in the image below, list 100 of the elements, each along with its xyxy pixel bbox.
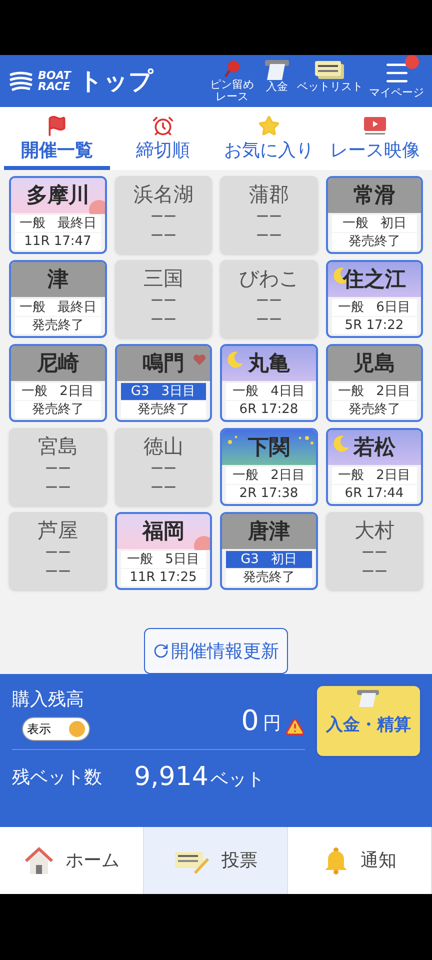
venue-name: 若松 — [353, 434, 396, 461]
venue-name: 浜名湖 — [133, 181, 194, 208]
venue-placeholder: ーー — [44, 480, 71, 498]
venue-name: 尼崎 — [36, 350, 79, 377]
grade-row: 一般 2日目 — [226, 467, 312, 484]
venue-card[interactable]: 児島 一般 2日目 発売終了 — [326, 344, 423, 422]
venue-card[interactable]: 浜名湖 ーー ーー — [114, 176, 212, 254]
page-title: トップ — [78, 66, 154, 97]
venue-placeholder: ーー — [361, 545, 388, 563]
venue-name: 丸亀 — [248, 350, 290, 377]
refresh-icon — [153, 643, 169, 659]
toggle-knob — [69, 721, 85, 737]
grade-row: 一般 6日目 — [332, 299, 417, 316]
atm-icon — [355, 690, 381, 708]
tickets-icon — [314, 59, 346, 81]
venue-placeholder: ーー — [150, 228, 176, 246]
header-action[interactable]: 入金 — [263, 59, 291, 93]
grade-row: 一般 5日目 — [120, 551, 206, 568]
venue-name: 大村 — [354, 517, 394, 544]
venue-card[interactable]: 三国 ーー ーー — [114, 260, 212, 338]
grade-badge: G3 3日目 — [120, 383, 206, 400]
venue-card[interactable]: びわこ ーー ーー — [220, 260, 318, 338]
venue-card[interactable]: 宮島 ーー ーー — [9, 428, 106, 506]
venue-card[interactable]: 下関 一般 2日目 2R 17:38 — [220, 428, 318, 506]
venue-placeholder: ーー — [44, 564, 71, 582]
venue-card[interactable]: 蒲郡 ーー ーー — [220, 176, 318, 254]
venue-name: 下関 — [248, 434, 290, 461]
video-icon — [363, 115, 387, 137]
alarm-clock-icon — [152, 115, 174, 137]
bets-label: 残ベット数 — [12, 766, 102, 790]
venue-card[interactable]: 福岡 一般 5日目 11R 17:25 — [114, 512, 212, 590]
venue-name: 徳山 — [143, 433, 184, 460]
balance-amount: 0 — [241, 705, 259, 737]
race-status: 発売終了 — [15, 317, 100, 334]
venue-name: 宮島 — [38, 433, 78, 460]
bell-icon — [322, 846, 348, 874]
race-status: 11R 17:25 — [120, 569, 206, 586]
venue-placeholder: ーー — [256, 312, 282, 330]
atm-icon — [263, 59, 291, 81]
header-action[interactable]: マイページ — [369, 59, 424, 99]
venue-card[interactable]: 丸亀 一般 4日目 6R 17:28 — [220, 344, 318, 422]
venue-card[interactable]: 常滑 一般 初日 発売終了 — [326, 176, 423, 254]
venue-name: 唐津 — [248, 518, 290, 545]
race-status: 発売終了 — [332, 401, 417, 418]
nav-item[interactable]: 投票 — [144, 827, 288, 894]
venue-card[interactable]: 住之江 一般 6日目 5R 17:22 — [326, 260, 423, 338]
tab[interactable]: 締切順 — [110, 115, 216, 170]
venue-card[interactable]: 大村 ーー ーー — [326, 512, 423, 590]
grade-row: 一般 初日 — [332, 215, 417, 232]
venue-name: 津 — [47, 266, 68, 293]
logo-text: BOAT — [38, 70, 71, 81]
venue-card[interactable]: 若松 一般 2日目 6R 17:44 — [326, 428, 423, 506]
venue-name: 三国 — [143, 265, 184, 292]
tab[interactable]: お気に入り — [216, 115, 322, 170]
header-action[interactable]: ピン留めレース — [207, 59, 257, 103]
venue-placeholder: ーー — [150, 293, 176, 311]
venue-name: 多摩川 — [26, 182, 90, 209]
race-status: 発売終了 — [15, 401, 100, 418]
flag-icon — [46, 115, 68, 137]
venue-placeholder: ーー — [256, 293, 282, 311]
venue-name: 住之江 — [342, 266, 406, 293]
venue-name: 福岡 — [142, 518, 184, 545]
race-status: 発売終了 — [120, 401, 206, 418]
moon-icon — [332, 434, 350, 452]
venue-name: びわこ — [238, 265, 299, 292]
venue-placeholder: ーー — [44, 545, 71, 563]
header-action[interactable]: ベットリスト — [297, 59, 363, 93]
venue-placeholder: ーー — [150, 209, 176, 227]
venue-card[interactable]: 徳山 ーー ーー — [114, 428, 212, 506]
pushpin-icon — [222, 59, 242, 79]
grade-row: 一般 2日目 — [15, 383, 100, 400]
deposit-button[interactable]: 入金・精算 — [317, 686, 420, 756]
tab[interactable]: レース映像 — [322, 115, 428, 170]
venue-card[interactable]: 多摩川 一般 最終日 11R 17:47 — [9, 176, 106, 254]
star-icon — [258, 115, 280, 137]
venue-placeholder: ーー — [44, 461, 71, 479]
venue-card[interactable]: 芦屋 ーー ーー — [9, 512, 106, 590]
grade-row: 一般 最終日 — [15, 215, 100, 232]
venue-name: 蒲郡 — [248, 181, 289, 208]
venue-card[interactable]: 尼崎 一般 2日目 発売終了 — [9, 344, 106, 422]
venue-placeholder: ーー — [256, 209, 282, 227]
currency-unit: 円 — [263, 712, 281, 736]
venue-placeholder: ーー — [150, 461, 176, 479]
venue-card[interactable]: 唐津 G3 初日 発売終了 — [220, 512, 318, 590]
venue-card[interactable]: 鳴門 G3 3日目 発売終了 — [114, 344, 212, 422]
display-toggle[interactable]: 表示 — [22, 717, 90, 741]
race-status: 発売終了 — [226, 569, 312, 586]
race-status: 6R 17:28 — [226, 401, 312, 418]
venue-name: 常滑 — [353, 182, 396, 209]
venue-card[interactable]: 津 一般 最終日 発売終了 — [9, 260, 106, 338]
venue-name: 芦屋 — [38, 517, 78, 544]
race-status: 11R 17:47 — [15, 233, 100, 250]
moon-icon — [226, 350, 244, 368]
grade-row: 一般 4日目 — [226, 383, 312, 400]
venue-placeholder: ーー — [256, 228, 282, 246]
race-status: 5R 17:22 — [332, 317, 417, 334]
refresh-button[interactable]: 開催情報更新 — [144, 628, 288, 674]
race-status: 発売終了 — [332, 233, 417, 250]
logo-icon — [8, 69, 34, 93]
grade-row: 一般 2日目 — [332, 467, 417, 484]
